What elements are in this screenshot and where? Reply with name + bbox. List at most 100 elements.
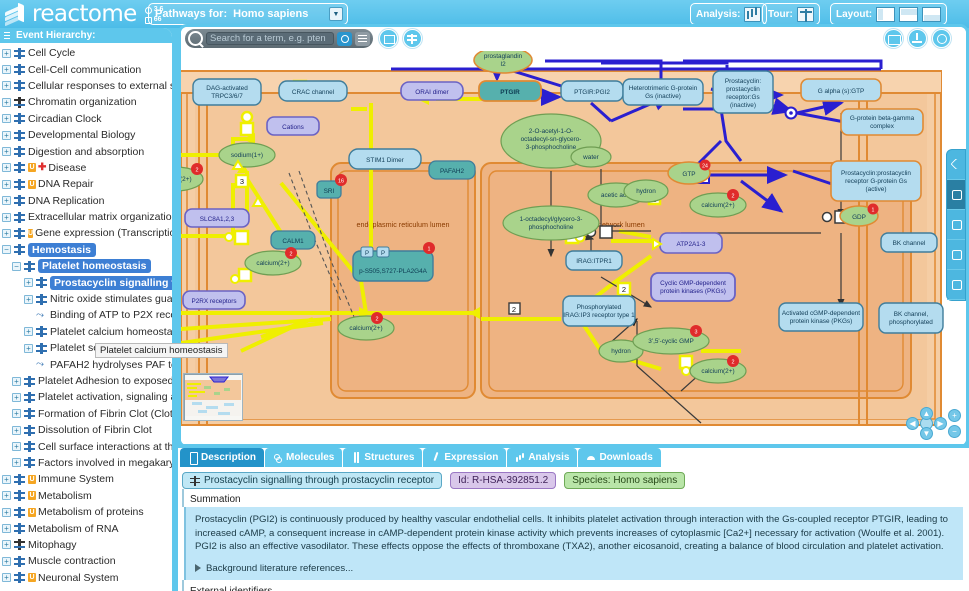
tab-expression[interactable]: Expression (423, 448, 507, 467)
sidebar-item[interactable]: + Factors involved in megakaryocyte de (0, 455, 172, 471)
layout-option-bottom-icon[interactable] (922, 6, 942, 22)
collapse-toggle-icon[interactable]: − (12, 261, 21, 271)
sidebar-item[interactable]: − Hemostasis (0, 242, 172, 258)
pan-zoom-controls[interactable]: ▲ ▼ ◀ ▶ + − (904, 407, 962, 441)
diagram-tree-button[interactable] (403, 29, 422, 48)
sidebar-item[interactable]: + U Immune System (0, 471, 172, 487)
expand-toggle-icon[interactable]: + (2, 540, 11, 550)
pan-left-button[interactable]: ◀ (906, 417, 919, 430)
expand-toggle-icon[interactable]: + (12, 458, 21, 468)
sidebar-item[interactable]: + Formation of Fibrin Clot (Clotting Cas (0, 406, 172, 422)
expand-toggle-icon[interactable]: + (12, 392, 21, 402)
sidebar-item[interactable]: + Cell Cycle (0, 45, 172, 61)
expand-toggle-icon[interactable]: + (2, 97, 11, 107)
sidebar-item[interactable]: + U Gene expression (Transcription) (0, 225, 172, 241)
download-button[interactable] (908, 29, 927, 48)
sidebar-item[interactable]: + Cellular responses to external stimuli (0, 78, 172, 94)
sidebar-item[interactable]: + Prostacyclin signalling through p (0, 274, 172, 290)
expand-toggle-icon[interactable]: + (2, 474, 11, 484)
expand-toggle-icon[interactable]: + (12, 442, 21, 452)
sidebar-item[interactable]: + Circadian Clock (0, 111, 172, 127)
expand-toggle-icon[interactable]: + (12, 376, 21, 386)
expand-toggle-icon[interactable]: + (2, 573, 11, 583)
pan-up-button[interactable]: ▲ (920, 407, 933, 420)
expand-toggle-icon[interactable]: + (2, 114, 11, 124)
expand-toggle-icon[interactable]: + (2, 130, 11, 140)
species-chip[interactable]: Species: Homo sapiens (564, 472, 686, 489)
expand-toggle-icon[interactable]: + (2, 65, 11, 75)
pan-down-button[interactable]: ▼ (920, 427, 933, 440)
sidebar-item[interactable]: + DNA Replication (0, 193, 172, 209)
interactors-button[interactable] (947, 180, 965, 210)
expand-toggle-icon[interactable]: + (2, 507, 11, 517)
expand-toggle-icon[interactable]: + (2, 81, 11, 91)
expand-toggle-icon[interactable]: + (2, 212, 11, 222)
sidebar-item[interactable]: + Platelet activation, signaling and aggr (0, 389, 172, 405)
diagram-search[interactable]: Search for a term, e.g. pten ... (185, 29, 373, 48)
zoom-out-button[interactable]: − (948, 425, 961, 438)
sidebar-item[interactable]: + Metabolism of RNA (0, 520, 172, 536)
export-image-button[interactable] (884, 29, 903, 48)
sidebar-item[interactable]: + Platelet calcium homeostasis (0, 324, 172, 340)
expand-toggle-icon[interactable]: + (2, 48, 11, 58)
analysis-button[interactable]: Analysis: (690, 3, 768, 25)
tab-description[interactable]: Description (180, 448, 265, 467)
expand-toggle-icon[interactable]: + (2, 556, 11, 566)
sidebar-item[interactable]: ⤳ PAFAH2 hydrolyses PAF to lyso-P (0, 356, 172, 372)
compass-button[interactable] (932, 29, 951, 48)
collapse-panel-button[interactable] (947, 150, 965, 180)
search-submit-icon[interactable] (337, 31, 352, 46)
expand-toggle-icon[interactable]: + (2, 524, 11, 534)
sidebar-item[interactable]: + Extracellular matrix organization (0, 209, 172, 225)
pan-right-button[interactable]: ▶ (934, 417, 947, 430)
layout-option-top-icon[interactable] (899, 6, 919, 22)
tour-button[interactable]: Tour: (762, 3, 820, 25)
share-button[interactable] (947, 210, 965, 240)
sidebar-item[interactable]: + Platelet Adhesion to exposed collagen (0, 373, 172, 389)
expand-toggle-icon[interactable]: + (12, 409, 21, 419)
expand-toggle-icon[interactable]: + (24, 343, 33, 353)
fit-to-screen-button[interactable] (379, 29, 398, 48)
sidebar-item[interactable]: + Digestion and absorption (0, 143, 172, 159)
chevron-down-icon[interactable]: ▼ (329, 7, 343, 21)
sidebar-item[interactable]: + U ✚ Disease (0, 160, 172, 176)
sidebar-item[interactable]: + Cell surface interactions at the vascul (0, 438, 172, 454)
extra-button[interactable] (947, 270, 965, 300)
species-selector[interactable]: Pathways for: Homo sapiens ▼ (148, 3, 348, 25)
expand-toggle-icon[interactable]: + (2, 228, 11, 238)
sidebar-item[interactable]: + Chromatin organization (0, 94, 172, 110)
expand-toggle-icon[interactable]: + (24, 327, 33, 337)
expand-toggle-icon[interactable]: + (2, 147, 11, 157)
background-literature-toggle[interactable]: Background literature references... (195, 562, 954, 576)
sidebar-item[interactable]: + U Metabolism of proteins (0, 504, 172, 520)
pathway-diagram-svg[interactable]: endoplasmic reticulum lumen platelet den… (181, 51, 966, 448)
sidebar-item[interactable]: + Developmental Biology (0, 127, 172, 143)
zoom-in-button[interactable]: + (948, 409, 961, 422)
layout-switcher[interactable]: Layout: (830, 3, 948, 25)
info-button[interactable] (947, 240, 965, 270)
tab-structures[interactable]: Structures (343, 448, 423, 467)
sidebar-item[interactable]: + U DNA Repair (0, 176, 172, 192)
expand-toggle-icon[interactable]: + (24, 294, 33, 304)
sidebar-item[interactable]: + Mitophagy (0, 537, 172, 553)
expand-toggle-icon[interactable]: + (2, 196, 11, 206)
diagram-overview-thumbnail[interactable] (183, 373, 243, 421)
expand-toggle-icon[interactable]: + (2, 179, 11, 189)
expand-toggle-icon[interactable]: + (24, 278, 33, 288)
sidebar-item[interactable]: + Cell-Cell communication (0, 61, 172, 77)
sidebar-item[interactable]: + Muscle contraction (0, 553, 172, 569)
expand-toggle-icon[interactable]: + (12, 425, 21, 435)
sidebar-item[interactable]: + U Metabolism (0, 488, 172, 504)
sidebar-item[interactable]: − Platelet homeostasis (0, 258, 172, 274)
tab-molecules[interactable]: Molecules (265, 448, 343, 467)
tab-analysis[interactable]: Analysis (507, 448, 578, 467)
expand-toggle-icon[interactable]: + (2, 491, 11, 501)
reactome-logo[interactable]: reactome 3.6 66 (4, 1, 163, 27)
sidebar-item[interactable]: + U Neuronal System (0, 570, 172, 586)
collapse-toggle-icon[interactable]: − (2, 245, 11, 255)
stable-id-chip[interactable]: Id: R-HSA-392851.2 (450, 472, 557, 489)
search-input[interactable]: Search for a term, e.g. pten ... (206, 32, 334, 45)
sidebar-item[interactable]: + Nitric oxide stimulates guanylate cy (0, 291, 172, 307)
sidebar-item[interactable]: + Dissolution of Fibrin Clot (0, 422, 172, 438)
sidebar-item[interactable]: ⤳ Binding of ATP to P2X receptors (0, 307, 172, 323)
